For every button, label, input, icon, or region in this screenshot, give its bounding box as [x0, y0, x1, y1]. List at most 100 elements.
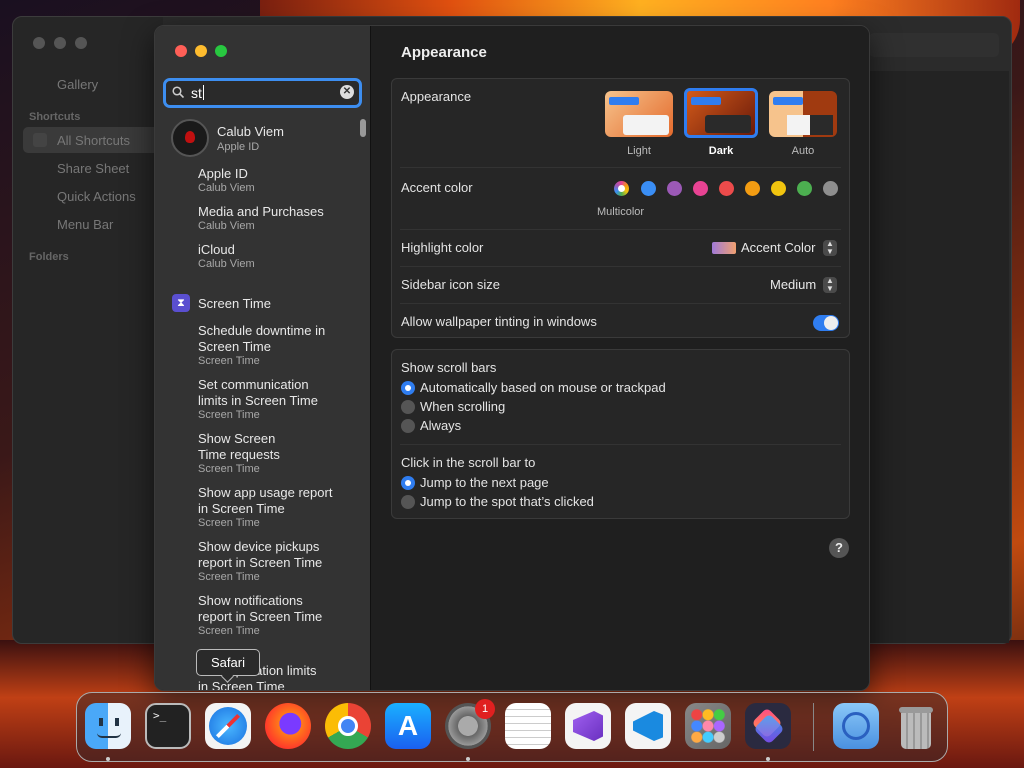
appearance-light-caption: Light	[627, 145, 651, 157]
radio-when-scrolling[interactable]	[401, 400, 415, 414]
finder-icon[interactable]	[85, 703, 131, 749]
minimize-button[interactable]	[195, 45, 207, 57]
radio-when-scrolling-label[interactable]: When scrolling	[420, 399, 505, 414]
all-shortcuts-icon	[33, 133, 47, 147]
result-sub: Screen Time	[198, 463, 260, 475]
highlight-color-label: Highlight color	[401, 240, 484, 255]
system-settings-window: st ✕ Calub Viem Apple ID Apple ID Calub …	[154, 25, 870, 691]
chevron-updown-icon[interactable]: ▲ ▼	[823, 277, 837, 293]
result-schedule-downtime[interactable]: Schedule downtime in Screen Time	[198, 323, 325, 355]
result-screen-time-requests[interactable]: Show Screen Time requests	[198, 431, 280, 463]
sidebar-scrollbar[interactable]	[360, 119, 366, 137]
icon-size-popup[interactable]: Medium	[770, 277, 816, 292]
section-folders: Folders	[29, 251, 69, 263]
system-settings-icon[interactable]: 1	[445, 699, 495, 749]
show-scroll-bars-label: Show scroll bars	[401, 360, 497, 375]
scroll-bars-group: Show scroll bars Automatically based on …	[391, 349, 850, 519]
result-communication-limits[interactable]: Set communication limits in Screen Time	[198, 377, 318, 409]
sidebar-item-quick-actions[interactable]: Quick Actions	[57, 189, 136, 204]
accent-red-swatch[interactable]	[719, 181, 734, 196]
appearance-auto-caption: Auto	[791, 145, 815, 157]
trash-icon[interactable]	[893, 703, 939, 749]
result-sub: Screen Time	[198, 355, 260, 367]
result-sub: Screen Time	[198, 625, 260, 637]
clear-search-icon[interactable]: ✕	[340, 85, 354, 99]
accent-purple-swatch[interactable]	[667, 181, 682, 196]
appearance-dark-option[interactable]	[684, 88, 758, 138]
result-media-purchases[interactable]: Media and Purchases	[198, 204, 324, 220]
sidebar-item-menu-bar[interactable]: Menu Bar	[57, 217, 113, 232]
hourglass-icon: ⧗	[172, 294, 190, 312]
wallpaper-tinting-label: Allow wallpaper tinting in windows	[401, 314, 597, 329]
launchpad-icon[interactable]	[685, 703, 731, 749]
shortcuts-icon[interactable]	[745, 703, 791, 749]
highlight-color-popup[interactable]: Accent Color	[741, 240, 815, 255]
visual-studio-icon[interactable]	[565, 703, 611, 749]
accent-blue-swatch[interactable]	[641, 181, 656, 196]
account-name[interactable]: Calub Viem	[217, 124, 284, 140]
running-indicator	[466, 757, 470, 761]
search-icon	[172, 86, 184, 98]
vscode-icon[interactable]	[625, 703, 671, 749]
firefox-icon[interactable]	[265, 703, 311, 749]
close-button[interactable]	[175, 45, 187, 57]
help-button[interactable]: ?	[829, 538, 849, 558]
sidebar-item-gallery[interactable]: Gallery	[57, 77, 98, 92]
accent-graphite-swatch[interactable]	[823, 181, 838, 196]
radio-always-label[interactable]: Always	[420, 418, 461, 433]
search-input[interactable]: st	[191, 85, 204, 101]
running-indicator	[106, 757, 110, 761]
result-apple-id[interactable]: Apple ID	[198, 166, 248, 182]
account-sub: Apple ID	[217, 141, 260, 153]
result-sub: Calub Viem	[198, 182, 255, 194]
appearance-auto-option[interactable]	[769, 91, 837, 137]
radio-spot-clicked-label[interactable]: Jump to the spot that’s clicked	[420, 494, 594, 509]
terminal-icon[interactable]: >_	[145, 703, 191, 749]
radio-auto-label[interactable]: Automatically based on mouse or trackpad	[420, 380, 666, 395]
wallpaper-tinting-toggle[interactable]	[813, 315, 839, 331]
radio-always[interactable]	[401, 419, 415, 433]
accent-yellow-swatch[interactable]	[771, 181, 786, 196]
result-sub: Calub Viem	[198, 220, 255, 232]
radio-spot-clicked[interactable]	[401, 495, 415, 509]
section-screen-time[interactable]: Screen Time	[198, 296, 271, 312]
result-sub: Screen Time	[198, 409, 260, 421]
result-device-pickups[interactable]: Show device pickups report in Screen Time	[198, 539, 322, 571]
avatar[interactable]	[171, 119, 209, 157]
radio-auto[interactable]	[401, 381, 415, 395]
dock-tooltip: Safari	[196, 649, 260, 676]
sidebar-icon-size-label: Sidebar icon size	[401, 277, 500, 292]
appearance-group: Appearance Light Dark Auto Accent color	[391, 78, 850, 338]
radio-next-page-label[interactable]: Jump to the next page	[420, 475, 549, 490]
result-icloud[interactable]: iCloud	[198, 242, 235, 258]
dock-separator	[813, 703, 814, 751]
app-store-icon[interactable]: A	[385, 703, 431, 749]
sidebar-item-share-sheet[interactable]: Share Sheet	[57, 161, 129, 176]
accent-green-swatch[interactable]	[797, 181, 812, 196]
appearance-light-option[interactable]	[605, 91, 673, 137]
accent-multicolor-swatch[interactable]	[614, 181, 629, 196]
chevron-updown-icon[interactable]: ▲ ▼	[823, 240, 837, 256]
search-field[interactable]: st ✕	[163, 78, 362, 108]
safari-icon[interactable]	[205, 703, 251, 749]
appearance-dark-caption: Dark	[708, 145, 734, 157]
section-shortcuts: Shortcuts	[29, 111, 81, 123]
zoom-button[interactable]	[215, 45, 227, 57]
result-sub: Screen Time	[198, 571, 260, 583]
sidebar-item-all-shortcuts[interactable]: All Shortcuts	[57, 133, 130, 148]
dock: >_ A 1	[76, 692, 948, 762]
page-title: Appearance	[401, 44, 487, 61]
chrome-icon[interactable]	[325, 703, 371, 749]
result-notifications-report[interactable]: Show notifications report in Screen Time	[198, 593, 322, 625]
radio-next-page[interactable]	[401, 476, 415, 490]
accent-orange-swatch[interactable]	[745, 181, 760, 196]
settings-sidebar: st ✕ Calub Viem Apple ID Apple ID Calub …	[155, 26, 371, 690]
textedit-icon[interactable]	[505, 703, 551, 749]
shortcuts-detail-pane	[869, 71, 1009, 643]
accent-pink-swatch[interactable]	[693, 181, 708, 196]
highlight-swatch	[712, 242, 736, 254]
toolbar-search[interactable]	[869, 33, 999, 57]
result-app-usage-report[interactable]: Show app usage report in Screen Time	[198, 485, 332, 517]
downloads-folder-icon[interactable]	[833, 703, 879, 749]
settings-content: Appearance Appearance Light Dark Auto Ac…	[371, 26, 869, 690]
